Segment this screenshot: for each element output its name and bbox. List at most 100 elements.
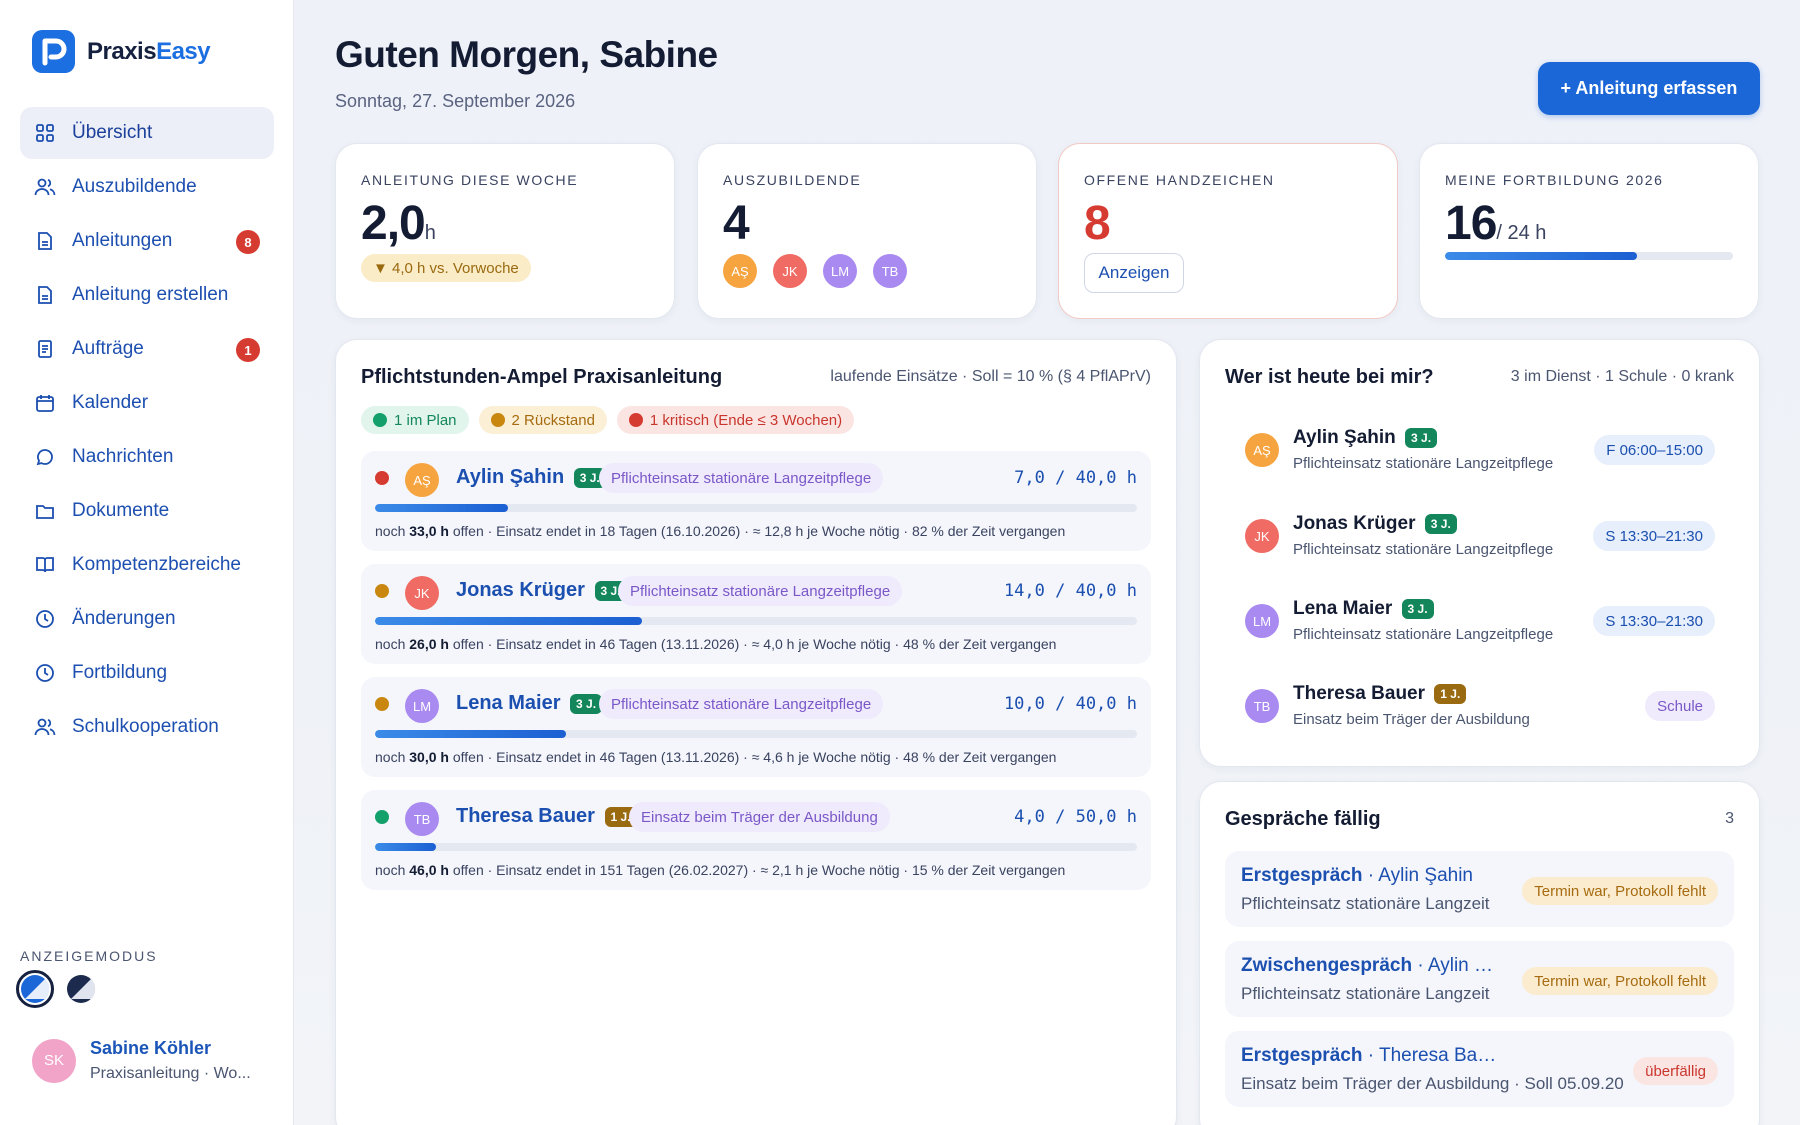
legend-red[interactable]: 1 kritisch (Ende ≤ 3 Wochen) [616, 406, 855, 434]
avatar[interactable]: AŞ [723, 254, 757, 288]
trainee-name: Aylin Şahin 3 J. [1293, 427, 1438, 449]
status-dot [375, 697, 389, 711]
trainee-row[interactable]: AŞ Aylin Şahin 3 J. Pflichteinsatz stati… [361, 451, 1151, 551]
kpi-week-card[interactable]: ANLEITUNG DIESE WOCHE 2,0h ▼ 4,0 h vs. V… [335, 143, 675, 319]
show-signatures-button[interactable]: Anzeigen [1084, 253, 1184, 293]
trainee-name-text: Theresa Bauer [1293, 683, 1426, 704]
sidebar-item-schulkooperation[interactable]: Schulkooperation [20, 701, 274, 753]
status-badge: Termin war, Protokoll fehlt [1522, 877, 1718, 905]
shift-badge: S 13:30–21:30 [1593, 606, 1715, 636]
assignment-tag: Pflichteinsatz stationäre Langzeitpflege [599, 463, 884, 493]
kpi-training-card[interactable]: MEINE FORTBILDUNG 2026 16/ 24 h [1419, 143, 1759, 319]
on-duty-panel: Wer ist heute bei mir? 3 im Dienst · 1 S… [1199, 339, 1760, 767]
info-text: offen · Einsatz endet in 46 Tagen (13.11… [452, 749, 1057, 765]
conversation-item[interactable]: Zwischengespräch · Aylin Ş... Pflichtein… [1225, 941, 1734, 1017]
status-dot [375, 810, 389, 824]
avatar[interactable]: JK [773, 254, 807, 288]
contrast-icon [67, 975, 96, 1003]
sidebar-item-label: Anleitung erstellen [72, 284, 229, 305]
year-badge: 3 J. [570, 693, 603, 714]
app-logo[interactable]: PraxisEasy [32, 30, 211, 73]
folder-icon [34, 500, 56, 522]
users-icon [34, 176, 56, 198]
sidebar-item-anleitungen[interactable]: Anleitungen 8 [20, 215, 274, 267]
status-dot [628, 413, 643, 427]
trainee-name[interactable]: Jonas Krüger 3 J. [456, 579, 627, 602]
on-duty-item[interactable]: AŞ Aylin Şahin 3 J. Pflichteinsatz stati… [1225, 425, 1725, 495]
book-icon [34, 554, 56, 576]
chat-icon [34, 446, 56, 468]
legend-green[interactable]: 1 im Plan [361, 406, 469, 434]
assignment-text: Einsatz beim Träger der Ausbildung [1293, 711, 1530, 728]
sidebar-item-kompetenzbereiche[interactable]: Kompetenzbereiche [20, 539, 274, 591]
legend-orange[interactable]: 2 Rückstand [478, 406, 607, 434]
kpi-change-badge: ▼ 4,0 h vs. Vorwoche [361, 254, 531, 282]
sidebar-item-aenderungen[interactable]: Änderungen [20, 593, 274, 645]
calendar-icon [34, 392, 56, 414]
trainee-avatars: AŞ JK LM TB [723, 254, 923, 288]
conversation-type: Erstgespräch [1241, 1045, 1363, 1066]
avatar[interactable]: TB [873, 254, 907, 288]
add-anleitung-button[interactable]: + Anleitung erfassen [1538, 62, 1760, 115]
on-duty-item[interactable]: LM Lena Maier 3 J. Pflichteinsatz statio… [1225, 596, 1725, 666]
user-name: Sabine Köhler [90, 1038, 212, 1058]
avatar[interactable]: LM [823, 254, 857, 288]
panel-count: 3 [1725, 810, 1734, 827]
sidebar-item-auftraege[interactable]: Aufträge 1 [20, 323, 274, 375]
sidebar-item-fortbildung[interactable]: Fortbildung [20, 647, 274, 699]
trainee-name-text: Theresa Bauer [456, 805, 595, 827]
sidebar: PraxisEasy Übersicht Auszubildende Anlei… [0, 0, 294, 1125]
conversation-title: Erstgespräch · Theresa Bauer [1241, 1045, 1501, 1067]
trainee-name[interactable]: Theresa Bauer 1 J. [456, 805, 637, 828]
year-badge: 1 J. [1434, 683, 1467, 704]
clipboard-icon [34, 338, 56, 360]
assignment-text: Pflichteinsatz stationäre Langzeitpflege [1293, 541, 1554, 558]
legend-label: 2 Rückstand [511, 411, 595, 429]
sidebar-item-uebersicht[interactable]: Übersicht [20, 107, 274, 159]
avatar: AŞ [405, 463, 439, 497]
ampel-legend: 1 im Plan 2 Rückstand 1 kritisch (Ende ≤… [361, 406, 864, 434]
trainee-name: Lena Maier 3 J. [1293, 598, 1434, 620]
logo-text-second: Easy [156, 37, 211, 65]
hours-value: 7,0 / 40,0 h [1014, 468, 1137, 488]
kpi-trainees-card[interactable]: AUSZUBILDENDE 4 AŞ JK LM TB [697, 143, 1037, 319]
conversation-item[interactable]: Erstgespräch · Aylin Şahin Pflichteinsat… [1225, 851, 1734, 927]
panel-title: Pflichtstunden-Ampel Praxisanleitung [361, 366, 723, 388]
user-profile[interactable]: SK Sabine Köhler Praxisanleitung · Wo... [32, 1038, 251, 1083]
sidebar-item-kalender[interactable]: Kalender [20, 377, 274, 429]
open-hours: 30,0 h [409, 749, 449, 765]
avatar: LM [1245, 604, 1279, 638]
open-hours: 33,0 h [409, 523, 449, 539]
kpi-signatures-card[interactable]: OFFENE HANDZEICHEN 8 Anzeigen [1058, 143, 1398, 319]
trainee-name[interactable]: Lena Maier 3 J. [456, 692, 603, 715]
trainee-row[interactable]: LM Lena Maier 3 J. Pflichteinsatz statio… [361, 677, 1151, 777]
conversation-sub: Pflichteinsatz stationäre Langzeit [1241, 894, 1490, 913]
shift-badge: S 13:30–21:30 [1593, 521, 1715, 551]
sidebar-item-auszubildende[interactable]: Auszubildende [20, 161, 274, 213]
sidebar-item-label: Kalender [72, 392, 149, 413]
status-dot [490, 413, 505, 427]
trainee-name: Theresa Bauer 1 J. [1293, 683, 1467, 705]
conversations-panel: Gespräche fällig 3 Erstgespräch · Aylin … [1199, 781, 1760, 1125]
trainee-name[interactable]: Aylin Şahin 3 J. [456, 466, 606, 489]
conversation-person: · Aylin Şahin [1362, 865, 1474, 886]
progress-fill [375, 617, 642, 625]
sidebar-item-dokumente[interactable]: Dokumente [20, 485, 274, 537]
on-duty-item[interactable]: JK Jonas Krüger 3 J. Pflichteinsatz stat… [1225, 511, 1725, 581]
dark-mode-button[interactable] [62, 970, 100, 1008]
conversation-item[interactable]: Erstgespräch · Theresa Bauer Einsatz bei… [1225, 1031, 1734, 1107]
sidebar-item-nachrichten[interactable]: Nachrichten [20, 431, 274, 483]
light-mode-button[interactable] [16, 970, 54, 1008]
sidebar-item-anleitung-erstellen[interactable]: Anleitung erstellen [20, 269, 274, 321]
sidebar-item-label: Schulkooperation [72, 716, 219, 737]
clock-icon [34, 662, 56, 684]
trainee-row[interactable]: JK Jonas Krüger 3 J. Pflichteinsatz stat… [361, 564, 1151, 664]
assignment-tag: Pflichteinsatz stationäre Langzeitpflege [599, 689, 884, 719]
trainee-name-text: Aylin Şahin [1293, 427, 1396, 448]
sidebar-item-label: Aufträge [72, 338, 144, 359]
status-dot [375, 584, 389, 598]
user-role: Praxisanleitung · Wo... [90, 1065, 251, 1082]
conversation-sub: Pflichteinsatz stationäre Langzeit [1241, 984, 1490, 1003]
trainee-row[interactable]: TB Theresa Bauer 1 J. Einsatz beim Träge… [361, 790, 1151, 890]
on-duty-item[interactable]: TB Theresa Bauer 1 J. Einsatz beim Träge… [1225, 681, 1725, 751]
